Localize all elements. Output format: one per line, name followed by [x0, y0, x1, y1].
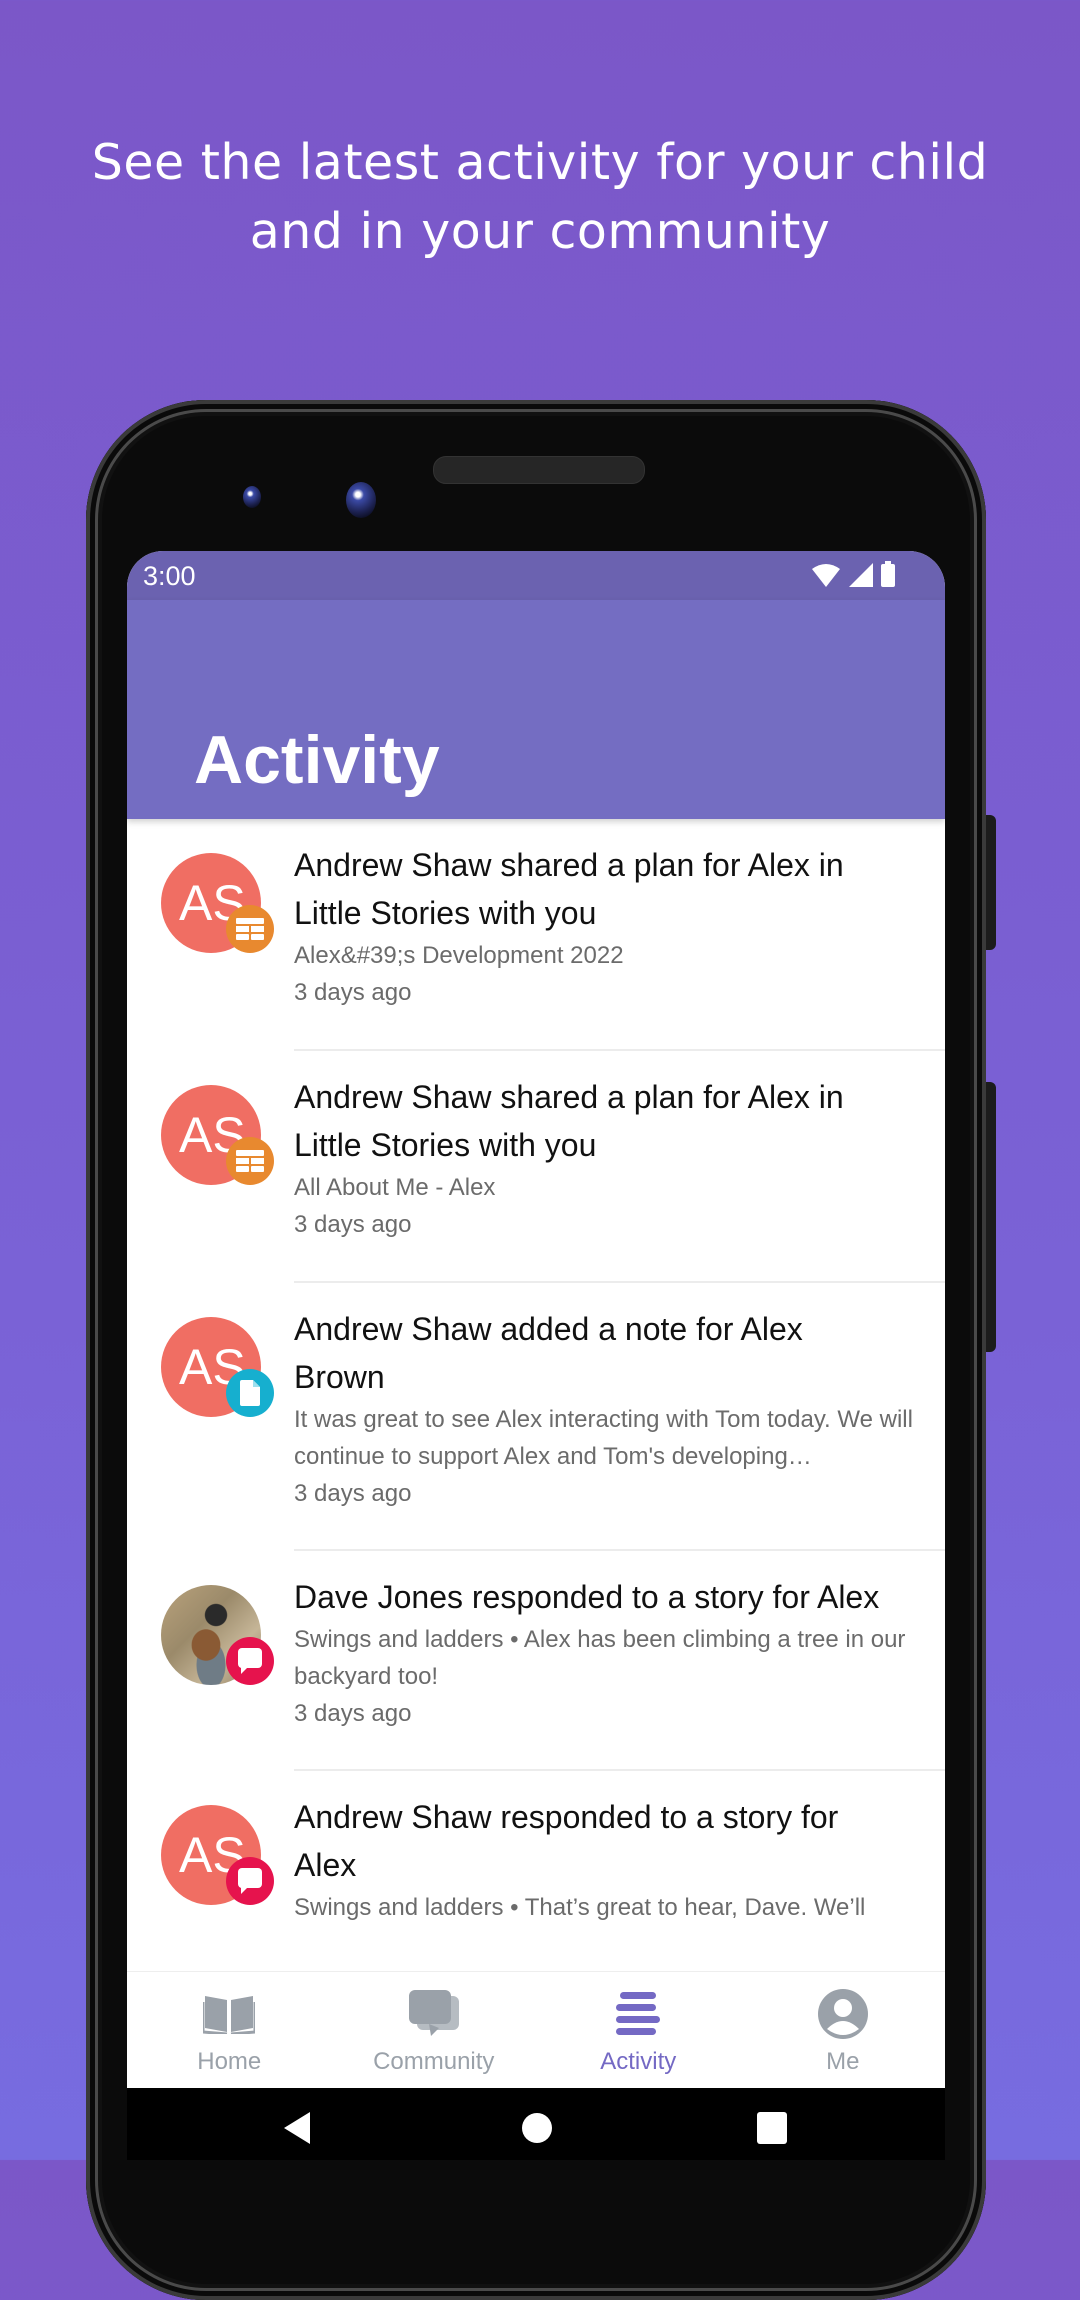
activity-item[interactable]: Dave Jones responded to a story for Alex… — [127, 1551, 945, 1771]
comment-icon — [226, 1857, 274, 1905]
battery-icon — [881, 561, 895, 587]
comment-icon — [226, 1637, 274, 1685]
activity-item[interactable]: AS Andrew Shaw shared a plan for Alex in… — [127, 819, 945, 1051]
plan-icon — [226, 905, 274, 953]
avatar: AS — [161, 1805, 274, 1905]
activity-subtitle: All About Me - Alex — [294, 1174, 496, 1201]
nav-me[interactable]: Me — [741, 1972, 946, 2088]
avatar: AS — [161, 853, 274, 953]
power-button — [986, 815, 996, 950]
nav-label: Me — [826, 2048, 860, 2075]
app-bar: Activity — [127, 600, 945, 819]
signal-icon — [849, 563, 873, 587]
nav-label: Activity — [600, 2048, 677, 2075]
activity-list[interactable]: AS Andrew Shaw shared a plan for Alex in… — [127, 819, 945, 1971]
book-icon — [203, 1988, 256, 2040]
activity-time: 3 days ago — [294, 979, 412, 1006]
home-icon[interactable] — [521, 2112, 553, 2144]
activity-item[interactable]: AS Andrew Shaw shared a plan for Alex in… — [127, 1051, 945, 1283]
activity-title: Andrew Shaw shared a plan for Alex in Li… — [294, 847, 844, 931]
activity-subtitle: It was great to see Alex interacting wit… — [294, 1406, 913, 1470]
activity-title: Dave Jones responded to a story for Alex — [294, 1579, 880, 1615]
front-camera-icon — [346, 482, 376, 518]
activity-time: 3 days ago — [294, 1700, 412, 1727]
activity-list-icon — [616, 1988, 661, 2040]
promo-headline-line1: See the latest activity for your child — [91, 134, 989, 191]
plan-icon — [226, 1137, 274, 1185]
nav-community[interactable]: Community — [332, 1972, 537, 2088]
earpiece-speaker — [433, 456, 645, 484]
phone-screen: 3:00 Activity AS Andrew Shaw shared a pl… — [127, 551, 945, 2088]
activity-title: Andrew Shaw added a note for Alex Brown — [294, 1311, 803, 1395]
volume-button — [986, 1082, 996, 1352]
promo-headline-line2: and in your community — [249, 203, 831, 260]
recents-icon[interactable] — [757, 2112, 787, 2144]
activity-item[interactable]: AS Andrew Shaw responded to a story for … — [127, 1771, 945, 1971]
status-bar: 3:00 — [127, 551, 945, 600]
activity-subtitle: Swings and ladders • Alex has been climb… — [294, 1626, 906, 1690]
promo-headline: See the latest activity for your child a… — [0, 128, 1080, 266]
chat-icon — [408, 1988, 459, 2040]
nav-label: Community — [373, 2048, 495, 2075]
activity-time: 3 days ago — [294, 1211, 412, 1238]
nav-home[interactable]: Home — [127, 1972, 332, 2088]
avatar: AS — [161, 1317, 274, 1417]
back-icon[interactable] — [282, 2112, 312, 2144]
wifi-icon — [812, 564, 840, 587]
person-icon — [817, 1988, 868, 2040]
avatar-photo — [161, 1585, 274, 1685]
activity-title: Andrew Shaw shared a plan for Alex in Li… — [294, 1079, 844, 1163]
activity-item[interactable]: AS Andrew Shaw added a note for Alex Bro… — [127, 1283, 945, 1551]
sensor-icon — [243, 486, 261, 508]
bottom-navigation: Home Community Activity Me — [127, 1971, 945, 2088]
activity-time: 3 days ago — [294, 1480, 412, 1507]
nav-label: Home — [197, 2048, 262, 2075]
avatar: AS — [161, 1085, 274, 1185]
activity-subtitle: Alex&#39;s Development 2022 — [294, 942, 624, 969]
page-title: Activity — [194, 722, 440, 798]
note-icon — [226, 1369, 274, 1417]
activity-title: Andrew Shaw responded to a story for Ale… — [294, 1799, 839, 1883]
system-navigation-bar — [127, 2088, 945, 2160]
activity-subtitle: Swings and ladders • That’s great to hea… — [294, 1894, 866, 1921]
status-time: 3:00 — [143, 561, 196, 591]
nav-activity[interactable]: Activity — [536, 1972, 741, 2088]
